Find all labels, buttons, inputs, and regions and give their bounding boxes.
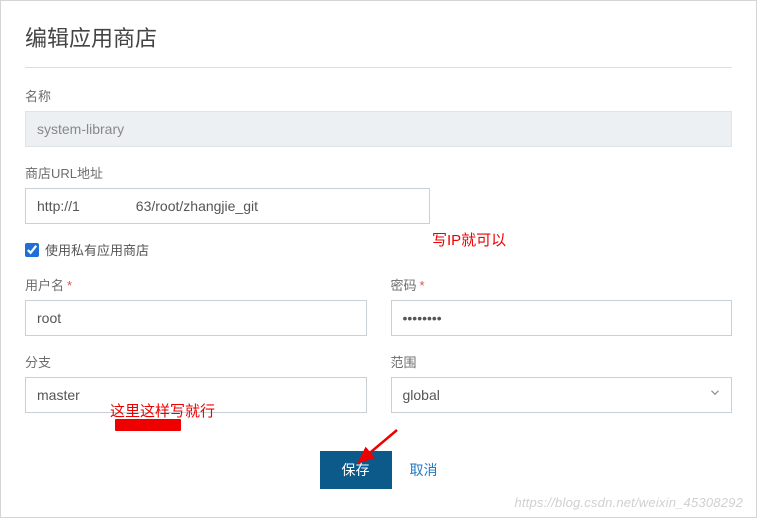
edit-catalog-dialog: 编辑应用商店 名称 商店URL地址 使用私有应用商店 用户名* 密码* 分支 bbox=[0, 0, 757, 518]
url-label: 商店URL地址 bbox=[25, 163, 732, 182]
save-button[interactable]: 保存 bbox=[320, 451, 392, 489]
branch-field: 分支 bbox=[25, 352, 367, 413]
private-checkbox[interactable] bbox=[25, 243, 39, 257]
private-checkbox-row: 使用私有应用商店 bbox=[25, 240, 732, 259]
scope-label: 范围 bbox=[391, 352, 733, 371]
divider bbox=[25, 67, 732, 68]
watermark: https://blog.csdn.net/weixin_45308292 bbox=[514, 495, 743, 510]
cancel-button[interactable]: 取消 bbox=[410, 460, 438, 480]
password-input[interactable] bbox=[391, 300, 733, 336]
dialog-actions: 保存 取消 bbox=[25, 451, 732, 489]
dialog-title: 编辑应用商店 bbox=[25, 21, 732, 53]
url-input[interactable] bbox=[25, 188, 430, 224]
name-label: 名称 bbox=[25, 86, 732, 105]
name-field: 名称 bbox=[25, 86, 732, 147]
username-label: 用户名* bbox=[25, 275, 367, 294]
branch-input[interactable] bbox=[25, 377, 367, 413]
branch-label: 分支 bbox=[25, 352, 367, 371]
password-label: 密码* bbox=[391, 275, 733, 294]
url-field: 商店URL地址 bbox=[25, 163, 732, 224]
private-checkbox-label: 使用私有应用商店 bbox=[45, 240, 149, 259]
name-input bbox=[25, 111, 732, 147]
username-field: 用户名* bbox=[25, 275, 367, 336]
username-input[interactable] bbox=[25, 300, 367, 336]
password-field: 密码* bbox=[391, 275, 733, 336]
scope-field: 范围 bbox=[391, 352, 733, 413]
scope-select[interactable] bbox=[391, 377, 733, 413]
